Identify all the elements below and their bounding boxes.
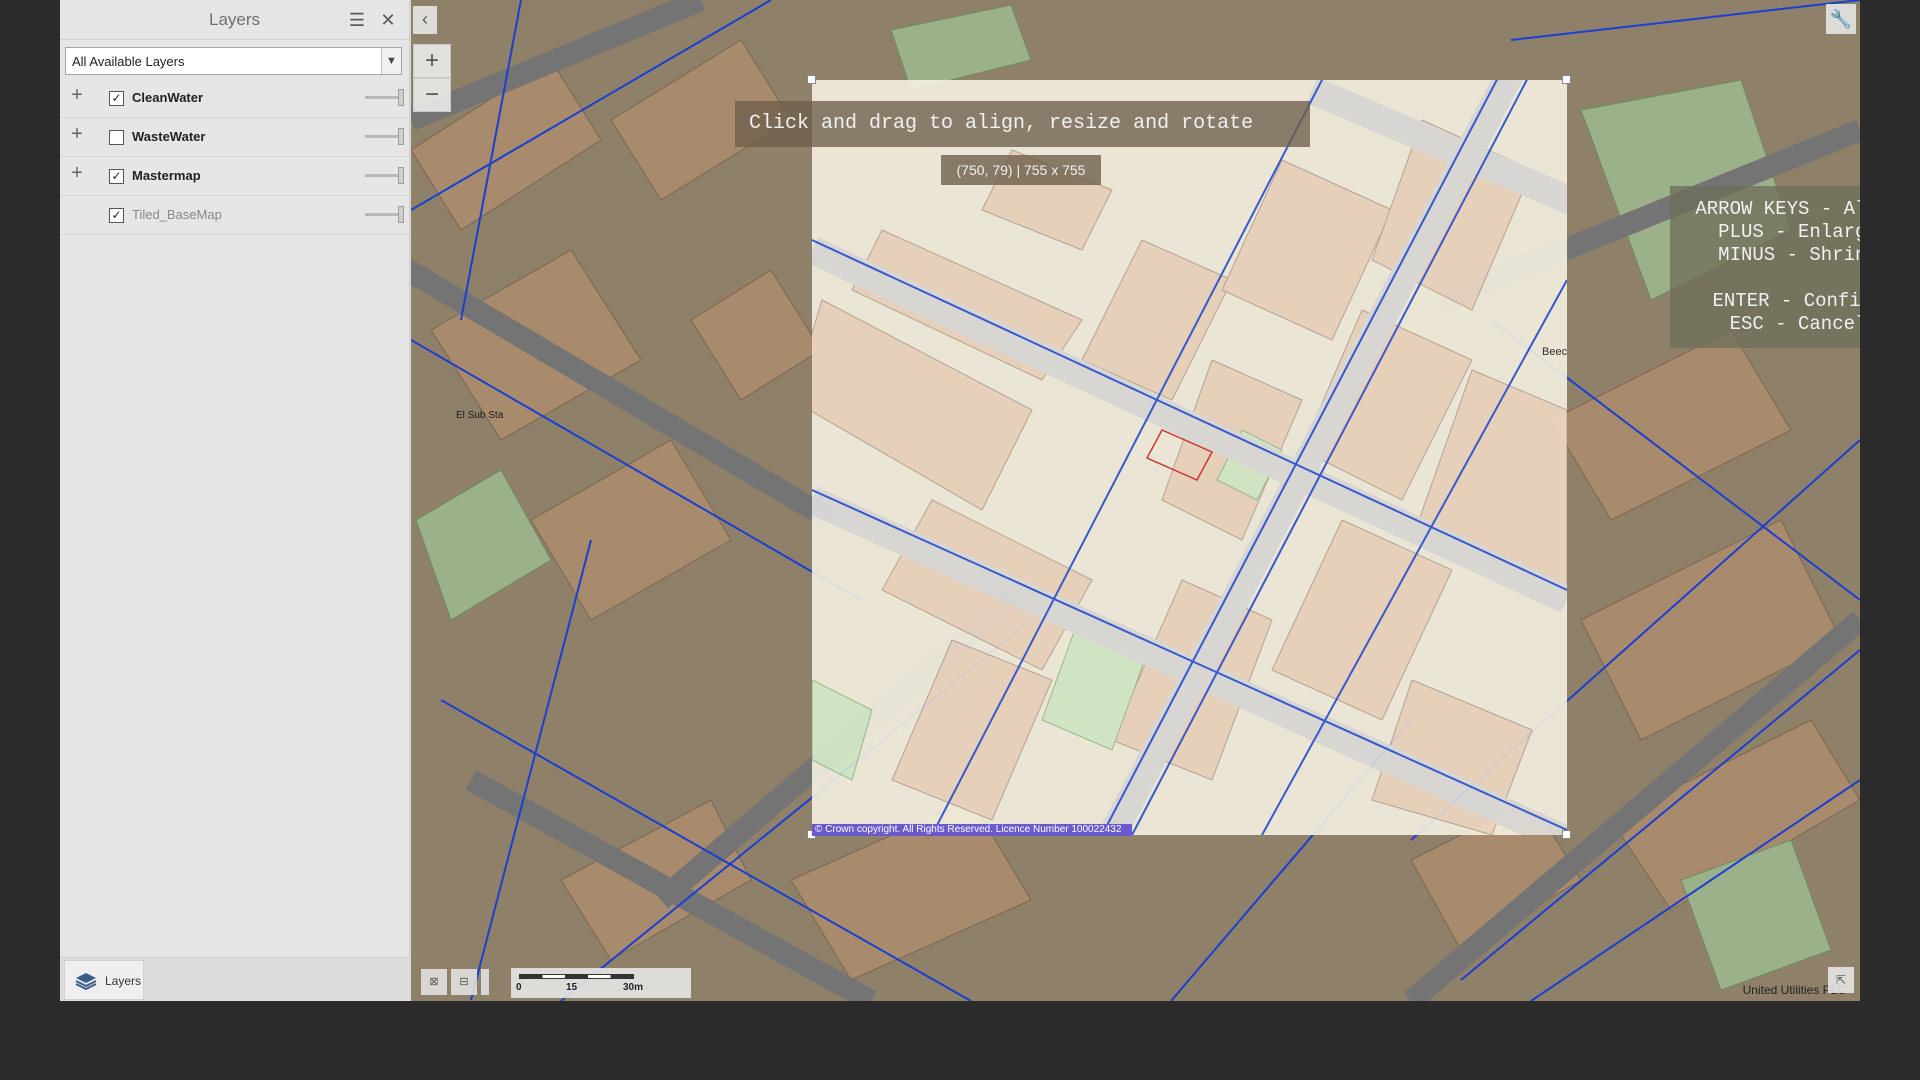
help-line: MINUS - Shrink [1718,244,1860,266]
panel-footer: Layers [60,957,410,1001]
layer-row-cleanwater[interactable]: + ✓ CleanWater [60,79,410,118]
scale-tool-icon[interactable]: ⊟ [451,969,477,995]
layer-name: CleanWater [132,90,204,105]
help-line: PLUS - Enlarge [1718,221,1860,243]
layer-filter-value: All Available Layers [72,54,185,69]
app-window: Layers ☰ ✕ All Available Layers ▼ + ✓ Cl… [60,0,1860,1001]
overlay-copyright: © Crown copyright. All Rights Reserved. … [812,824,1132,836]
opacity-slider[interactable] [365,89,404,106]
scale-label-30m: 30m [623,982,644,993]
opacity-slider[interactable] [365,167,404,184]
expand-icon[interactable]: + [68,163,86,183]
collapse-panel-button[interactable]: ‹ [413,6,437,34]
resize-handle-bottom-right[interactable] [1562,830,1571,839]
position-size-readout: (750, 79) | 755 x 755 [941,155,1101,185]
close-icon[interactable]: ✕ [378,10,398,30]
wrench-icon[interactable]: 🔧 [1826,4,1856,34]
scale-bar-graphic [519,974,634,979]
layers-tab[interactable]: Layers [64,960,144,1000]
help-line: ARROW KEYS - Align [1695,198,1860,220]
alignment-overlay-image[interactable]: Beech Mill [812,80,1567,835]
layer-checkbox[interactable]: ✓ [109,169,124,184]
opacity-slider[interactable] [365,206,404,223]
scale-label-15: 15 [566,982,578,993]
keyboard-help-panel: ARROW KEYS - Align PLUS - Enlarge MINUS … [1670,186,1860,348]
instruction-banner: Click and drag to align, resize and rota… [735,101,1310,147]
list-icon[interactable]: ☰ [347,10,367,30]
help-spacer [1670,267,1860,290]
resize-handle-top-right[interactable] [1562,75,1571,84]
zoom-in-button[interactable]: + [413,44,451,78]
measure-tool-icon[interactable]: ⊠ [421,969,447,995]
layer-filter-select[interactable]: All Available Layers ▼ [65,47,402,75]
layer-row-mastermap[interactable]: + ✓ Mastermap [60,157,410,196]
slider-thumb[interactable] [398,89,404,106]
expand-icon[interactable]: + [68,85,86,105]
layer-checkbox[interactable] [109,130,124,145]
layer-name: Mastermap [132,168,201,183]
resize-handle-top-left[interactable] [807,75,816,84]
overlay-map: Beech Mill [812,80,1567,835]
chevron-down-icon[interactable]: ▼ [381,48,401,74]
layer-name: Tiled_BaseMap [132,207,222,222]
zoom-out-button[interactable]: − [413,78,451,112]
slider-thumb[interactable] [398,167,404,184]
layers-panel: Layers ☰ ✕ All Available Layers ▼ + ✓ Cl… [60,0,410,1001]
layer-name: WasteWater [132,129,206,144]
expand-icon[interactable]: + [68,124,86,144]
layers-tab-label: Layers [105,974,142,988]
slider-thumb[interactable] [398,206,404,223]
opacity-slider[interactable] [365,128,404,145]
map-label-el-sub-sta: El Sub Sta [456,410,504,421]
layer-row-wastewater[interactable]: + WasteWater [60,118,410,157]
map-view[interactable]: El Sub Sta Beec © Crown copyright. All R… [411,0,1860,1001]
scale-label-0: 0 [516,982,522,993]
layer-checkbox[interactable]: ✓ [109,208,124,223]
expand-icon[interactable]: ⇱ [1828,967,1854,993]
help-line: ENTER - Confirm [1712,290,1860,312]
layer-list: + ✓ CleanWater + WasteWater + ✓ Masterma… [60,79,410,235]
panel-header: Layers ☰ ✕ [60,0,409,40]
layers-stack-icon [75,973,97,991]
layer-row-tiled-basemap[interactable]: ✓ Tiled_BaseMap [60,196,410,235]
layer-checkbox[interactable]: ✓ [109,91,124,106]
help-line: ESC - Cancel [1729,313,1860,335]
slider-thumb[interactable] [398,128,404,145]
map-label-beech-mill: Beech Mill [1542,346,1567,358]
scale-divider [481,969,489,995]
scale-bar: 0 15 30m [511,968,691,998]
